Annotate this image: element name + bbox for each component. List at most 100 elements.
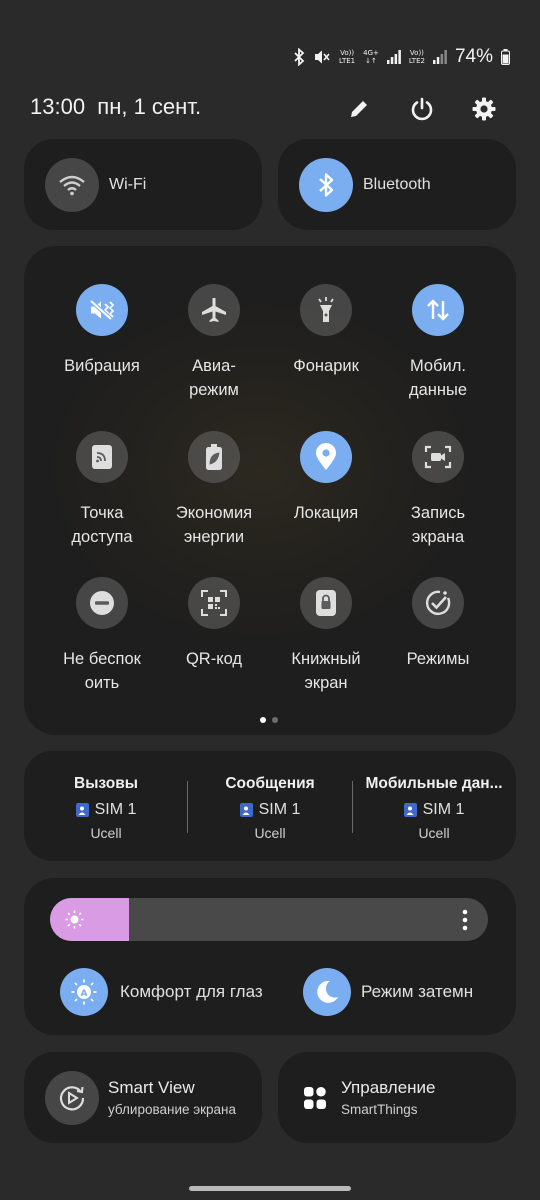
battery-saver-icon [206,444,222,470]
qr-code-toggle[interactable] [188,577,240,629]
sim-data-carrier: Ucell [418,825,450,841]
portrait-lock-icon [316,590,336,616]
wifi-toggle[interactable] [45,157,99,212]
settings-button[interactable] [467,92,501,126]
wifi-label: Wi-Fi [109,175,147,193]
dark-mode-icon [317,980,338,1003]
edit-button[interactable] [342,92,376,126]
do-not-disturb-toggle[interactable] [76,577,128,629]
sim-data-title: Мобильные дан... [365,775,503,792]
smart-view-toggle[interactable] [45,1070,99,1125]
bluetooth-tile[interactable]: Bluetooth [278,139,516,230]
sim-calls-carrier: Ucell [90,825,122,841]
tile-label-line1: Экономия [175,504,253,522]
sim-card-icon [403,803,417,817]
volte2-indicator: Vo)) LTE2 [408,49,425,65]
navigation-handle[interactable] [189,1186,351,1191]
tile-label-line1: Авиа- [192,357,236,375]
signal-sim2-icon [432,50,447,64]
tile-label-line1: Вибрация [64,357,140,375]
modes-toggle[interactable] [412,577,464,629]
tile-flashlight[interactable]: Фонарик [270,284,382,378]
sim-mobile-data[interactable]: Мобильные дан... SIM 1 Ucell [354,775,514,841]
tile-label-line2: режим [189,381,239,399]
tile-hotspot[interactable]: Точка доступа [46,431,158,549]
smart-view-icon [59,1085,85,1110]
sim-calls-title: Вызовы [74,775,138,792]
sim-messages[interactable]: Сообщения SIM 1 Ucell [190,775,350,841]
tile-label-line2: данные [408,381,468,399]
power-button[interactable] [405,92,439,126]
screen-record-toggle[interactable] [412,431,464,483]
airplane-toggle[interactable] [188,284,240,336]
bluetooth-icon [319,172,334,197]
clock-time: 13:00 [30,94,86,119]
hotspot-toggle[interactable] [76,431,128,483]
sim-messages-sim: SIM 1 [258,801,301,818]
clock-date[interactable]: 13:00 пн, 1 сент. [30,94,201,120]
sim-calls-sim: SIM 1 [94,801,137,818]
status-bar: Vo)) LTE1 4G+ ↓↑ Vo)) LTE2 74% [0,40,540,76]
eye-comfort-toggle[interactable]: A [60,968,108,1016]
smartthings-subtitle: SmartThings [341,1102,418,1117]
tile-label-line1: Мобил. [409,357,466,375]
location-toggle[interactable] [300,431,352,483]
screen-record-icon [424,445,452,469]
bluetooth-status-icon [294,48,305,66]
tile-do-not-disturb[interactable]: Не беспок оить [46,577,158,695]
tile-mobile-data[interactable]: Мобил. данные [382,284,494,402]
battery-saver-toggle[interactable] [188,431,240,483]
tile-location[interactable]: Локация [270,431,382,525]
vibrate-icon [88,298,115,322]
smartthings-title: Управление [341,1078,436,1097]
sim-messages-title: Сообщения [225,775,315,792]
wifi-tile[interactable]: Wi-Fi [24,139,262,230]
sim-messages-carrier: Ucell [254,825,286,841]
smart-view-subtitle: ублирование экрана [108,1102,237,1117]
eye-comfort-label: Комфорт для глаз [120,982,263,1001]
modes-icon [425,590,451,615]
tile-screen-record[interactable]: Запись экрана [382,431,494,549]
tile-airplane[interactable]: Авиа-режим [158,284,270,402]
dark-mode-label: Режим затемн [361,982,474,1001]
tile-label-line2: доступа [71,528,133,546]
sim-calls[interactable]: Вызовы SIM 1 Ucell [26,775,186,841]
vibration-toggle[interactable] [76,284,128,336]
brightness-slider[interactable] [50,898,488,941]
tile-qr-code[interactable]: QR-код [158,577,270,671]
tile-label-line2: оить [84,674,120,692]
tile-label-line1: Точка [80,504,124,522]
page-indicator-active [260,717,266,723]
tile-label-line1: Запись [410,504,466,522]
tile-battery-saver[interactable]: Экономия энергии [158,431,270,549]
flashlight-toggle[interactable] [300,284,352,336]
eye-comfort-button[interactable]: A Комфорт для глаз [60,968,263,1016]
smartthings-icon [304,1086,326,1109]
divider [352,781,353,833]
dark-mode-button[interactable]: Режим затемн [303,968,481,1016]
display-panel: A Комфорт для глаз Режим затемн [24,878,516,1035]
bluetooth-toggle[interactable] [299,157,353,212]
tile-modes[interactable]: Режимы [382,577,494,671]
tile-portrait-lock[interactable]: Книжный экран [270,577,382,695]
tile-label-line1: Не беспок [63,650,141,668]
battery-icon [501,49,510,65]
quick-settings-panel: Вибрация Авиа-режим Фонарик Мобил. данные… [24,246,516,735]
more-options-icon[interactable] [462,909,468,931]
tile-label-line1: Режимы [406,650,470,668]
smart-view-tile[interactable]: Smart View ублирование экрана [24,1052,262,1143]
tile-label-line1: Книжный [291,650,361,668]
brightness-slider-fill [50,898,129,941]
page-indicator-inactive [272,717,278,723]
divider [187,781,188,833]
portrait-lock-toggle[interactable] [300,577,352,629]
dark-mode-toggle[interactable] [303,968,351,1016]
mobile-data-toggle[interactable] [412,284,464,336]
airplane-icon [202,298,226,322]
sim-card-icon [239,803,253,817]
smartthings-tile[interactable]: Управление SmartThings [278,1052,516,1143]
tile-vibration[interactable]: Вибрация [46,284,158,378]
smart-view-title: Smart View [108,1078,195,1097]
sim-data-sim: SIM 1 [422,801,465,818]
mute-status-icon [315,50,330,64]
